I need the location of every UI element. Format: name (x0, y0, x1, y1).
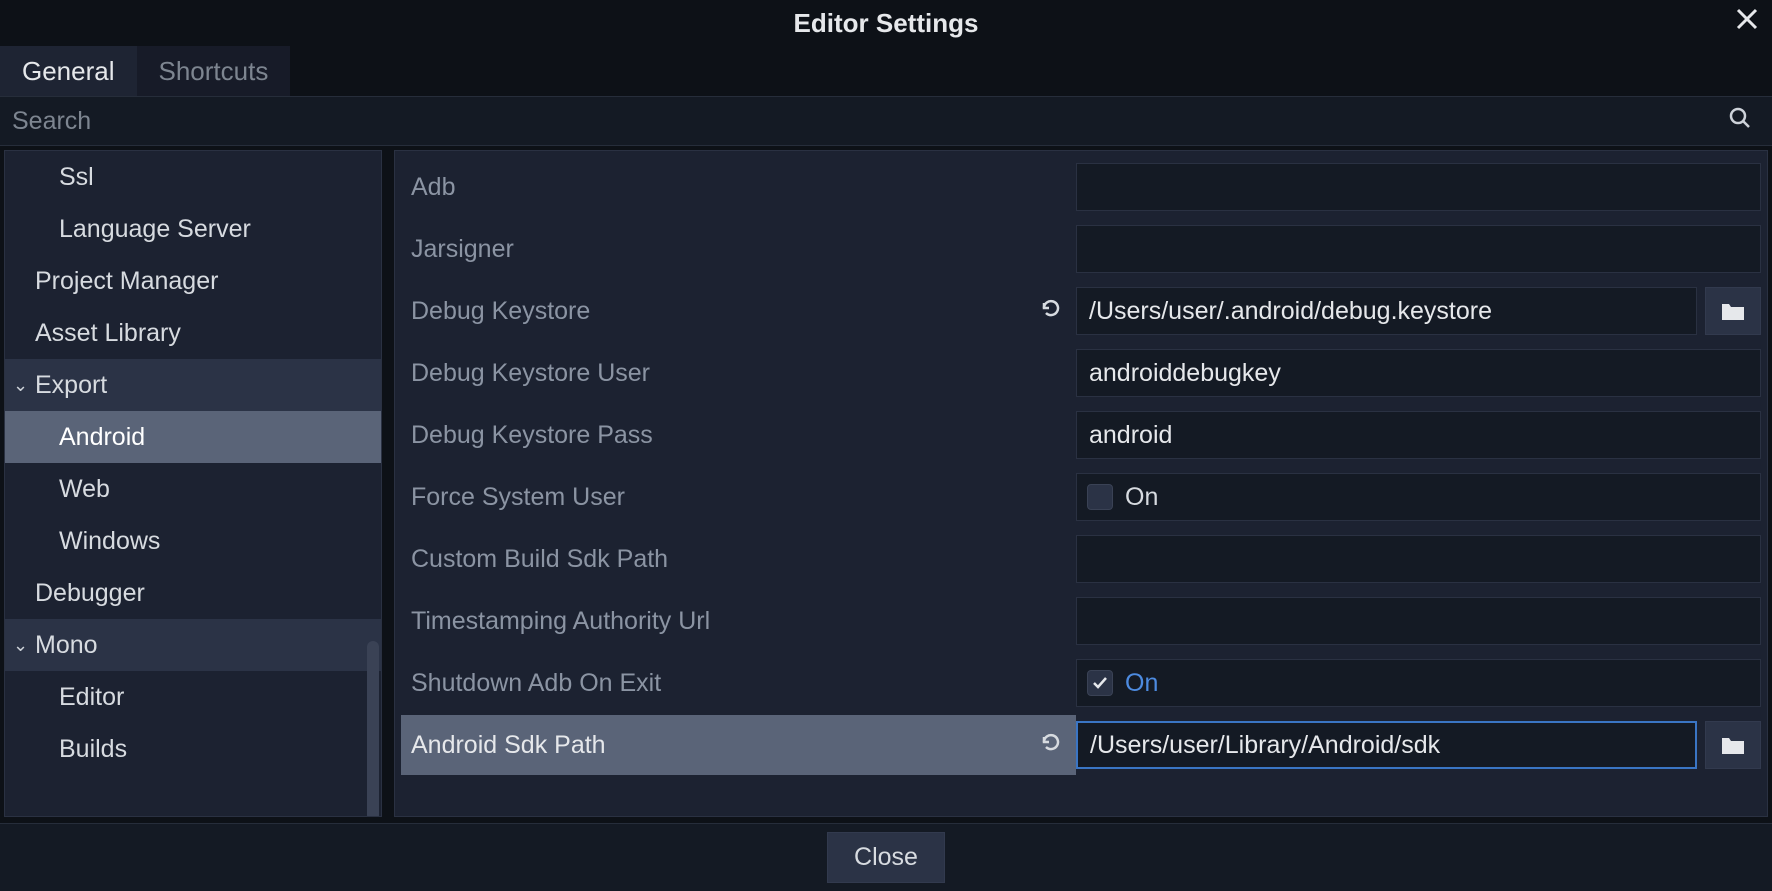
tab-general[interactable]: General (0, 46, 137, 96)
prop-label: Shutdown Adb On Exit (401, 653, 1076, 713)
prop-row-timestamping-authority-url: Timestamping Authority Url (401, 591, 1761, 651)
prop-row-debug-keystore-pass: Debug Keystore Pass (401, 405, 1761, 465)
prop-label: Jarsigner (401, 219, 1076, 279)
checkbox-label: On (1125, 669, 1158, 698)
tab-shortcuts[interactable]: Shortcuts (137, 46, 291, 96)
custom-build-sdk-path-field[interactable] (1076, 535, 1761, 583)
sidebar-item-project-manager[interactable]: Project Manager (5, 255, 381, 307)
sidebar-scrollbar[interactable] (367, 641, 379, 817)
prop-label: Force System User (401, 467, 1076, 527)
chevron-down-icon: ⌄ (13, 635, 33, 656)
search-input[interactable] (12, 97, 1720, 145)
prop-label: Custom Build Sdk Path (401, 529, 1076, 589)
shutdown-adb-on-exit-checkbox[interactable]: On (1076, 659, 1761, 707)
tabs: General Shortcuts (0, 46, 1772, 96)
search-row (0, 96, 1772, 146)
prop-row-jarsigner: Jarsigner (401, 219, 1761, 279)
search-icon[interactable] (1720, 106, 1760, 137)
sidebar-item-editor[interactable]: Editor (5, 671, 381, 723)
sidebar-item-windows[interactable]: Windows (5, 515, 381, 567)
prop-row-debug-keystore: Debug Keystore (401, 281, 1761, 341)
debug-keystore-pass-field[interactable] (1076, 411, 1761, 459)
sidebar-item-export[interactable]: ⌄Export (5, 359, 381, 411)
titlebar: Editor Settings (0, 0, 1772, 46)
prop-row-shutdown-adb-on-exit: Shutdown Adb On Exit On (401, 653, 1761, 713)
sidebar-item-debugger[interactable]: Debugger (5, 567, 381, 619)
browse-button[interactable] (1705, 721, 1761, 769)
prop-row-force-system-user: Force System User On (401, 467, 1761, 527)
debug-keystore-user-field[interactable] (1076, 349, 1761, 397)
prop-label: Adb (401, 157, 1076, 217)
sidebar-item-web[interactable]: Web (5, 463, 381, 515)
sidebar-item-asset-library[interactable]: Asset Library (5, 307, 381, 359)
main-area: Ssl Language Server Project Manager Asse… (0, 146, 1772, 817)
browse-button[interactable] (1705, 287, 1761, 335)
prop-label: Timestamping Authority Url (401, 591, 1076, 651)
dialog-title: Editor Settings (794, 8, 979, 39)
checkbox-box (1087, 484, 1113, 510)
properties-panel: Adb Jarsigner Debug Keystore Debug Key (394, 150, 1768, 817)
folder-icon (1721, 735, 1745, 755)
jarsigner-field[interactable] (1076, 225, 1761, 273)
folder-icon (1721, 301, 1745, 321)
prop-row-adb: Adb (401, 157, 1761, 217)
close-button[interactable]: Close (827, 832, 945, 883)
close-icon[interactable] (1736, 6, 1758, 36)
reset-icon[interactable] (1040, 297, 1062, 325)
sidebar: Ssl Language Server Project Manager Asse… (4, 150, 382, 817)
sidebar-item-builds[interactable]: Builds (5, 723, 381, 775)
prop-label: Debug Keystore (401, 281, 1076, 341)
footer: Close (0, 823, 1772, 891)
sidebar-item-android[interactable]: Android (5, 411, 381, 463)
android-sdk-path-field[interactable] (1076, 721, 1697, 769)
prop-label: Debug Keystore User (401, 343, 1076, 403)
sidebar-item-language-server[interactable]: Language Server (5, 203, 381, 255)
debug-keystore-field[interactable] (1076, 287, 1697, 335)
sidebar-item-mono[interactable]: ⌄Mono (5, 619, 381, 671)
force-system-user-checkbox[interactable]: On (1076, 473, 1761, 521)
checkbox-box (1087, 670, 1113, 696)
category-tree: Ssl Language Server Project Manager Asse… (5, 151, 381, 775)
chevron-down-icon: ⌄ (13, 375, 33, 396)
reset-icon[interactable] (1040, 731, 1062, 759)
prop-row-custom-build-sdk-path: Custom Build Sdk Path (401, 529, 1761, 589)
adb-field[interactable] (1076, 163, 1761, 211)
prop-label: Android Sdk Path (401, 715, 1076, 775)
timestamping-authority-url-field[interactable] (1076, 597, 1761, 645)
prop-label: Debug Keystore Pass (401, 405, 1076, 465)
checkbox-label: On (1125, 483, 1158, 512)
prop-row-android-sdk-path: Android Sdk Path (401, 715, 1761, 775)
prop-row-debug-keystore-user: Debug Keystore User (401, 343, 1761, 403)
sidebar-item-ssl[interactable]: Ssl (5, 151, 381, 203)
check-icon (1091, 674, 1109, 692)
